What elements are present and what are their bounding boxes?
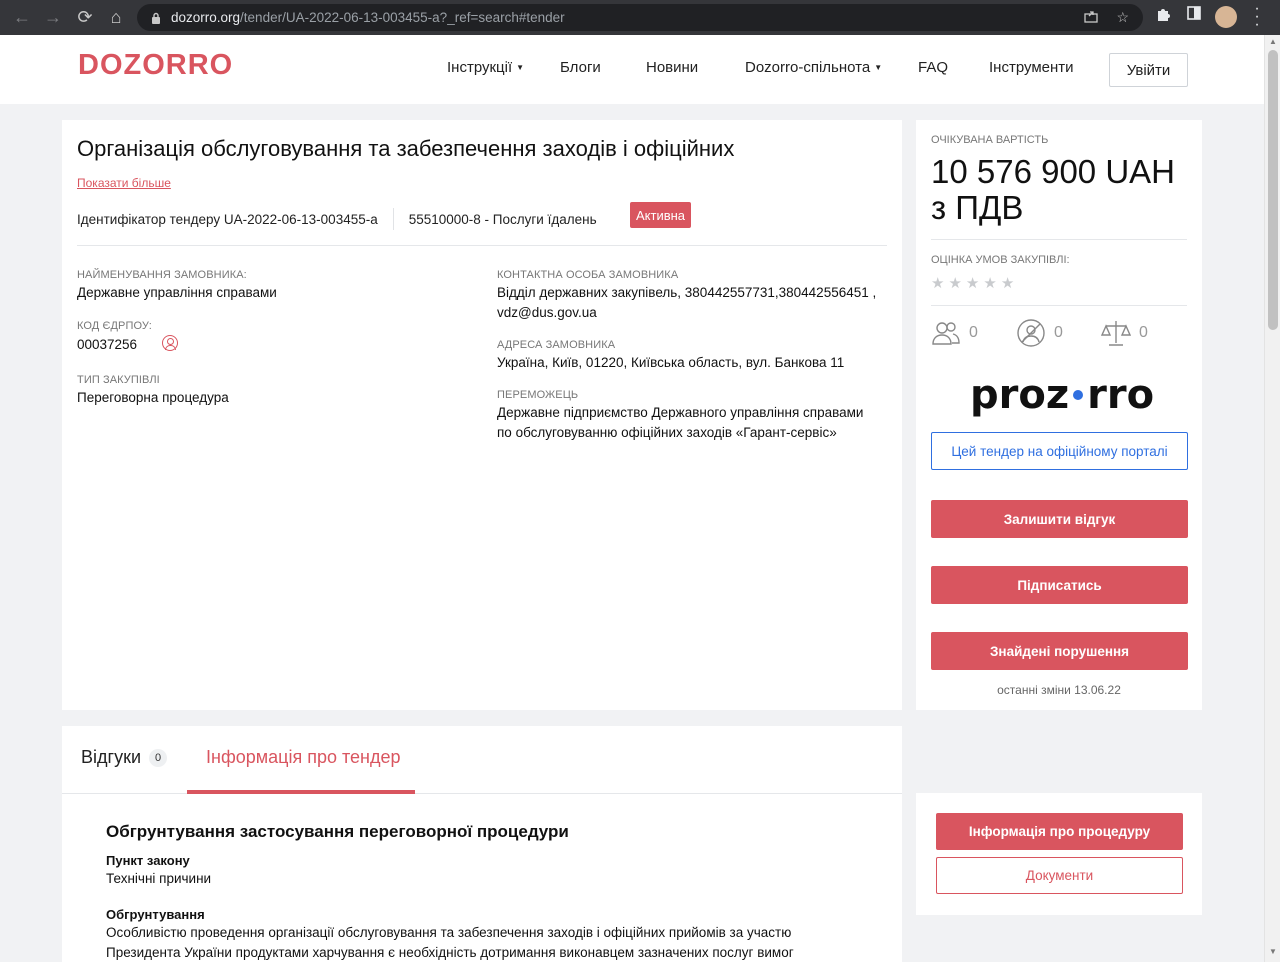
tab-reviews[interactable]: Відгуки 0 bbox=[81, 747, 168, 768]
scroll-up-icon[interactable]: ▲ bbox=[1268, 37, 1278, 46]
kebab-menu-icon[interactable]: · · · bbox=[1252, 1, 1262, 33]
law-clause-value: Технічні причини bbox=[106, 871, 212, 886]
user-blocked-icon bbox=[1016, 318, 1046, 348]
expected-cost-value: 10 576 900 UAH з ПДВ bbox=[931, 153, 1176, 226]
tender-card: Організація обслуговування та забезпечен… bbox=[62, 120, 902, 710]
contact-person-label: КОНТАКТНА ОСОБА ЗАМОВНИКА bbox=[497, 269, 679, 281]
rating-stars: ★ ★ ★ ★ ★ bbox=[931, 274, 1014, 292]
procurement-type-value: Переговорна процедура bbox=[77, 390, 229, 405]
divider bbox=[392, 208, 394, 230]
star-icon: ★ bbox=[1000, 275, 1015, 292]
home-icon[interactable]: ⌂ bbox=[101, 2, 131, 32]
tender-title: Організація обслуговування та забезпечен… bbox=[77, 136, 735, 161]
edrpou-label: КОД ЄДРПОУ: bbox=[77, 320, 152, 332]
customer-name-value: Державне управління справами bbox=[77, 285, 277, 300]
winner-value: Державне підприємство Державного управлі… bbox=[497, 405, 864, 440]
star-icon: ★ bbox=[983, 275, 997, 292]
subscribe-button[interactable]: Підписатись bbox=[931, 566, 1188, 604]
url-path: /tender/UA-2022-06-13-003455-a?_ref=sear… bbox=[240, 10, 565, 25]
url-host: dozorro.org bbox=[171, 10, 241, 25]
participants-counter: 0 bbox=[931, 318, 978, 348]
user-profile-icon[interactable] bbox=[162, 335, 178, 351]
customer-name-label: НАЙМЕНУВАННЯ ЗАМОВНИКА: bbox=[77, 269, 247, 281]
justification-text: Особливістю проведення організації обслу… bbox=[106, 925, 794, 960]
dozorro-logo[interactable]: DOZORRO bbox=[78, 49, 233, 82]
login-button[interactable]: Увійти bbox=[1109, 53, 1188, 87]
chevron-down-icon: ▼ bbox=[516, 63, 525, 72]
law-clause-label: Пункт закону bbox=[106, 853, 190, 868]
star-icon: ★ bbox=[948, 275, 962, 292]
users-icon bbox=[931, 318, 961, 348]
profile-avatar[interactable] bbox=[1215, 6, 1237, 28]
official-portal-button[interactable]: Цей тендер на офіційному порталі bbox=[931, 432, 1188, 470]
nav-news[interactable]: Новини bbox=[646, 59, 698, 76]
nav-tools[interactable]: Інструменти bbox=[989, 59, 1074, 76]
divider bbox=[931, 239, 1187, 240]
star-icon: ★ bbox=[965, 275, 980, 292]
lock-icon bbox=[151, 12, 161, 24]
reviews-count-badge: 0 bbox=[149, 749, 168, 767]
tab-bar: Відгуки 0 Інформація про тендер bbox=[62, 726, 902, 794]
show-more-link[interactable]: Показати більше bbox=[77, 176, 171, 190]
scales-icon bbox=[1100, 318, 1132, 348]
status-badge: Активна bbox=[630, 202, 692, 228]
prozorro-logo[interactable]: proz rro bbox=[970, 372, 1154, 418]
share-icon[interactable] bbox=[1084, 9, 1099, 26]
extensions-puzzle-icon[interactable] bbox=[1155, 6, 1171, 27]
prozorro-dot-icon bbox=[1073, 390, 1084, 400]
site-header: DOZORRO Інструкції ▼ Блоги Новини Dozorro… bbox=[0, 35, 1264, 104]
complaints-counter: 0 bbox=[1016, 318, 1063, 348]
documents-button[interactable]: Документи bbox=[936, 857, 1183, 894]
nav-faq[interactable]: FAQ bbox=[918, 59, 948, 76]
tender-meta: Ідентифікатор тендеру UA-2022-06-13-0034… bbox=[77, 208, 597, 230]
side-panel: ОЧІКУВАНА ВАРТІСТЬ 10 576 900 UAH з ПДВ … bbox=[916, 120, 1202, 710]
page-scrollbar[interactable]: ▲ ▼ bbox=[1264, 35, 1280, 962]
star-icon: ★ bbox=[931, 275, 945, 292]
bookmark-star-icon[interactable]: ☆ bbox=[1116, 9, 1129, 26]
reload-icon[interactable]: ⟳ bbox=[70, 2, 100, 32]
tender-id: Ідентифікатор тендеру UA-2022-06-13-0034… bbox=[77, 211, 378, 227]
nav-blogs[interactable]: Блоги bbox=[560, 59, 601, 76]
divider bbox=[77, 245, 887, 246]
browser-toolbar: ← → ⟳ ⌂ dozorro.org/tender/UA-2022-06-13… bbox=[0, 0, 1280, 35]
violations-found-button[interactable]: Знайдені порушення bbox=[931, 632, 1188, 670]
customer-address-value: Україна, Київ, 01220, Київська область, … bbox=[497, 355, 845, 370]
leave-feedback-button[interactable]: Залишити відгук bbox=[931, 500, 1188, 538]
reviews-count: 0 bbox=[1139, 324, 1148, 341]
procurement-type-label: ТИП ЗАКУПІВЛІ bbox=[77, 374, 160, 386]
tender-details-card: Відгуки 0 Інформація про тендер Обгрунтув… bbox=[62, 726, 902, 962]
procedure-info-button[interactable]: Інформація про процедуру bbox=[936, 813, 1183, 850]
winner-label: ПЕРЕМОЖЕЦЬ bbox=[497, 389, 579, 401]
scroll-down-icon[interactable]: ▼ bbox=[1268, 947, 1278, 956]
nav-instructions[interactable]: Інструкції ▼ bbox=[447, 59, 524, 76]
rating-label: ОЦІНКА УМОВ ЗАКУПІВЛІ: bbox=[931, 254, 1070, 266]
justification-title: Обгрунтування застосування переговорної … bbox=[106, 822, 569, 841]
divider bbox=[931, 305, 1187, 306]
last-change-text: останні зміни 13.06.22 bbox=[997, 683, 1121, 697]
contact-person-value: Відділ державних закупівель, 38044255773… bbox=[497, 285, 877, 320]
customer-address-label: АДРЕСА ЗАМОВНИКА bbox=[497, 339, 616, 351]
complaints-count: 0 bbox=[1054, 324, 1063, 341]
address-bar[interactable]: dozorro.org/tender/UA-2022-06-13-003455-… bbox=[137, 4, 1143, 31]
cpv-code: 55510000-8 - Послуги їдалень bbox=[408, 211, 597, 227]
back-arrow-icon[interactable]: ← bbox=[7, 2, 37, 32]
scroll-thumb[interactable] bbox=[1268, 50, 1278, 330]
edrpou-value: 00037256 bbox=[77, 337, 138, 352]
chevron-down-icon: ▼ bbox=[874, 63, 883, 72]
active-tab-indicator bbox=[187, 790, 415, 794]
justification-label: Обгрунтування bbox=[106, 907, 205, 922]
side-panel-icon[interactable] bbox=[1187, 6, 1201, 25]
forward-arrow-icon[interactable]: → bbox=[38, 2, 68, 32]
nav-community[interactable]: Dozorro-спільнота ▼ bbox=[745, 59, 882, 76]
procedure-panel: Інформація про процедуру Документи bbox=[916, 793, 1202, 915]
tab-tender-info[interactable]: Інформація про тендер bbox=[206, 747, 401, 768]
expected-cost-label: ОЧІКУВАНА ВАРТІСТЬ bbox=[931, 134, 1049, 146]
participants-count: 0 bbox=[969, 324, 978, 341]
reviews-counter: 0 bbox=[1100, 318, 1148, 348]
